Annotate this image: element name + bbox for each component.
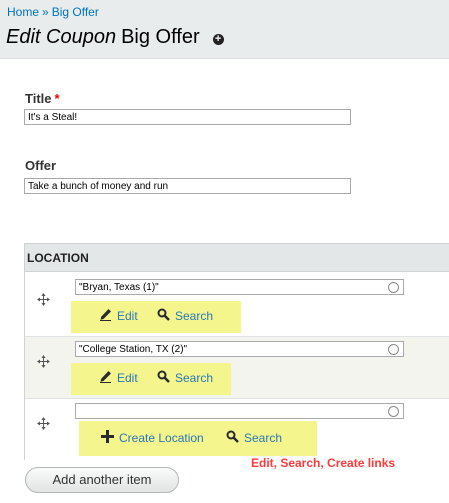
add-shortcut-icon[interactable]: + [212,33,224,45]
breadcrumb-current-link[interactable]: Big Offer [52,5,99,19]
actions-highlight [71,301,241,333]
location-autocomplete-input[interactable] [75,403,404,419]
magnifier-icon [157,370,170,386]
offer-input[interactable] [24,178,351,194]
magnifier-icon [157,308,170,324]
offer-label: Offer [25,158,57,173]
plus-icon [101,430,114,446]
magnifier-icon [226,430,239,446]
autocomplete-throbber-icon [388,344,399,355]
search-link[interactable]: Search [226,430,282,446]
search-link-label: Search [175,371,214,385]
location-header-label: LOCATION [27,251,89,265]
breadcrumb-separator: » [42,5,49,19]
page-title-prefix: Edit Coupon [6,26,117,48]
location-table: LOCATION Edit Search Edit Sea [24,243,449,461]
location-table-header: LOCATION [25,244,449,272]
autocomplete-throbber-icon [388,406,399,417]
location-autocomplete-input[interactable] [75,341,404,357]
required-mark: * [54,91,60,106]
breadcrumb-home-link[interactable]: Home [7,5,39,19]
drag-handle-icon[interactable] [37,417,50,430]
location-row-2: Edit Search [25,337,449,399]
annotation-caption: Edit, Search, Create links [251,456,396,470]
edit-link-label: Edit [117,371,138,385]
location-row-1: Edit Search [25,275,449,337]
autocomplete-throbber-icon [388,282,399,293]
title-input[interactable] [24,109,351,125]
location-row-3: Create Location Search [25,399,449,461]
search-link-label: Search [244,431,283,445]
drag-handle-icon[interactable] [37,355,50,368]
pencil-icon [99,370,112,386]
pencil-icon [99,308,112,324]
breadcrumb: Home» Big Offer [7,5,99,19]
create-location-link[interactable]: Create Location [101,430,204,446]
page-title: Edit Coupon Big Offer + [6,26,224,49]
edit-link-label: Edit [117,309,138,323]
location-autocomplete-input[interactable] [75,279,404,295]
create-location-link-label: Create Location [119,431,204,445]
edit-link[interactable]: Edit [99,308,138,324]
search-link-label: Search [175,309,214,323]
title-label: Title * [25,91,60,106]
edit-link[interactable]: Edit [99,370,138,386]
title-label-text: Title [25,91,52,106]
page-header: Home» Big Offer Edit Coupon Big Offer + [0,0,449,59]
page-title-name: Big Offer [121,26,200,48]
drag-handle-icon[interactable] [37,293,50,306]
search-link[interactable]: Search [157,308,213,324]
search-link[interactable]: Search [157,370,213,386]
add-another-item-button[interactable]: Add another item [25,467,179,493]
